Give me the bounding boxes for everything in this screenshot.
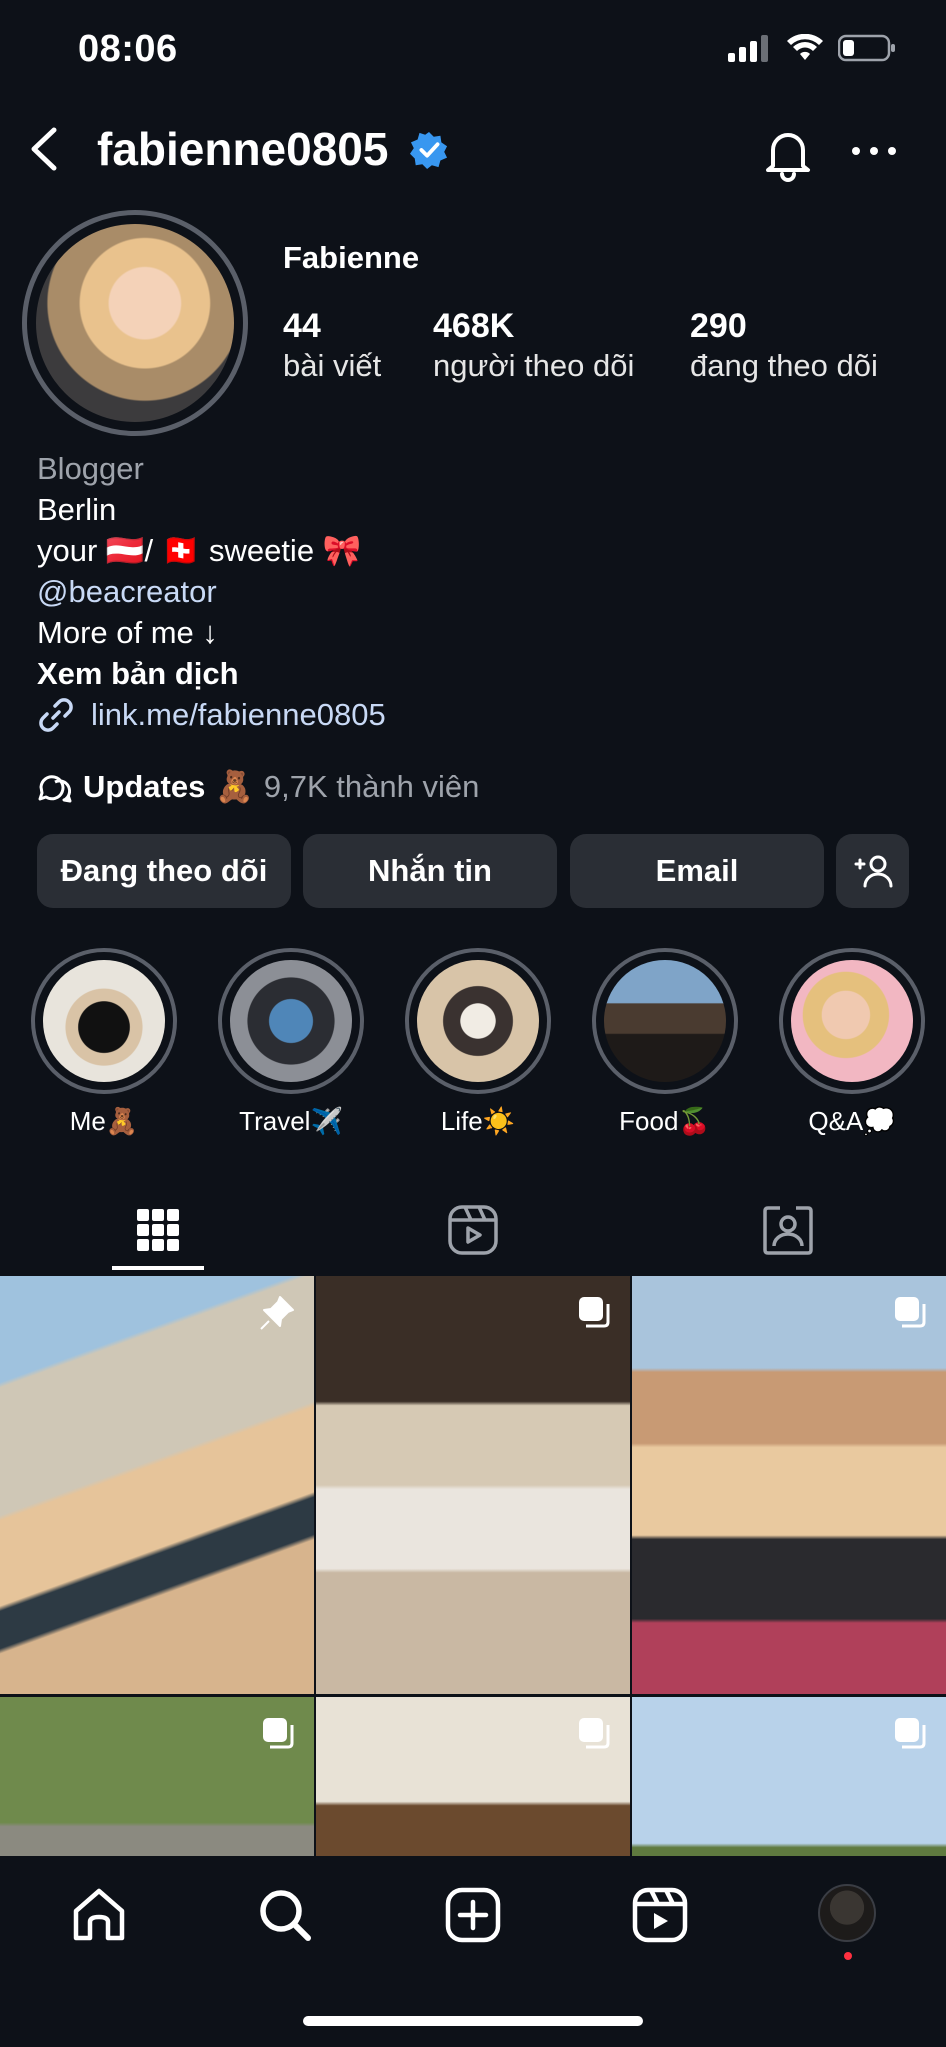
active-tab-indicator: [112, 1266, 204, 1270]
suggested-accounts-button[interactable]: [836, 834, 909, 908]
tab-posts[interactable]: [0, 1190, 315, 1270]
highlight-label: Me🧸: [69, 1106, 139, 1136]
reels-icon: [632, 1887, 688, 1943]
grid-icon: [136, 1209, 179, 1251]
profile-bio: Blogger Berlin your 🇦🇹/ 🇨🇭 sweetie 🎀 @be…: [37, 448, 897, 694]
bio-url-text: link.me/fabienne0805: [91, 697, 386, 732]
stat-following-label: đang theo dõi: [690, 348, 878, 383]
pinned-icon: [260, 1296, 294, 1330]
nav-create[interactable]: [438, 1880, 508, 1950]
bio-url-link[interactable]: link.me/fabienne0805: [37, 696, 386, 734]
bio-more: More of me ↓: [37, 615, 218, 650]
following-button[interactable]: Đang theo dõi: [37, 834, 291, 908]
tab-tagged[interactable]: [630, 1190, 945, 1270]
highlight-qa[interactable]: Q&A💭: [777, 948, 927, 1137]
carousel-icon: [263, 1718, 294, 1749]
channel-title: Updates: [83, 768, 206, 804]
more-options-icon[interactable]: [846, 136, 902, 166]
channel-emoji: 🧸: [215, 769, 254, 804]
carousel-icon: [895, 1718, 926, 1749]
bio-category: Blogger: [37, 451, 144, 486]
link-icon: [39, 698, 73, 732]
bio-mention-link[interactable]: @beacreator: [37, 571, 897, 612]
status-icons: [728, 34, 896, 62]
add-person-icon: [854, 855, 892, 888]
broadcast-channel[interactable]: Updates 🧸 9,7K thành viên: [37, 768, 479, 805]
highlight-food[interactable]: Food🍒: [590, 948, 740, 1137]
status-time: 08:06: [78, 28, 178, 70]
highlight-life[interactable]: Life☀️: [403, 948, 553, 1137]
bio-location: Berlin: [37, 492, 117, 527]
carousel-icon: [579, 1297, 610, 1328]
highlight-travel[interactable]: Travel✈️: [216, 948, 366, 1137]
post-thumbnail[interactable]: [0, 1276, 314, 1694]
highlight-label: Travel✈️: [239, 1106, 343, 1136]
highlight-label: Q&A💭: [808, 1106, 896, 1136]
signal-icon: [728, 35, 768, 62]
highlight-label: Life☀️: [440, 1106, 516, 1136]
stat-posts[interactable]: 44 bài viết: [283, 306, 381, 386]
nav-home[interactable]: [64, 1880, 134, 1950]
nav-profile-avatar[interactable]: [818, 1884, 876, 1942]
highlight-label: Food🍒: [619, 1106, 711, 1136]
highlight-travel-cover: [230, 960, 352, 1082]
verified-badge-icon: [410, 131, 448, 169]
see-translation-link[interactable]: Xem bản dịch: [37, 653, 897, 694]
tagged-icon: [762, 1206, 813, 1255]
carousel-icon: [895, 1297, 926, 1328]
home-indicator: [303, 2016, 643, 2026]
message-button[interactable]: Nhắn tin: [303, 834, 557, 908]
stat-followers-value: 468K: [433, 307, 515, 345]
highlight-qa-cover: [791, 960, 913, 1082]
avatar-image: [36, 224, 234, 422]
post-thumbnail[interactable]: [632, 1276, 946, 1694]
nav-reels[interactable]: [625, 1880, 695, 1950]
back-button[interactable]: [24, 124, 64, 174]
channel-icon: [38, 774, 72, 802]
channel-members: 9,7K thành viên: [263, 768, 480, 804]
highlight-me-cover: [43, 960, 165, 1082]
stat-followers[interactable]: 468K người theo dõi: [433, 306, 634, 386]
home-icon: [73, 1888, 125, 1941]
notification-dot: [844, 1952, 852, 1960]
profile-avatar[interactable]: [22, 210, 248, 436]
stat-posts-label: bài viết: [283, 348, 382, 383]
nav-search[interactable]: [250, 1880, 320, 1950]
highlight-life-cover: [417, 960, 539, 1082]
stat-followers-label: người theo dõi: [433, 348, 635, 383]
post-thumbnail[interactable]: [316, 1276, 630, 1694]
email-button[interactable]: Email: [570, 834, 824, 908]
profile-username: fabienne0805: [97, 123, 389, 175]
bio-tagline: your 🇦🇹/ 🇨🇭 sweetie 🎀: [37, 533, 362, 568]
reels-icon: [447, 1205, 498, 1255]
notification-bell-icon[interactable]: [758, 124, 818, 184]
create-icon: [445, 1887, 501, 1943]
display-name: Fabienne: [283, 240, 420, 275]
carousel-icon: [579, 1718, 610, 1749]
stat-following[interactable]: 290 đang theo dõi: [690, 306, 878, 386]
tab-reels[interactable]: [315, 1190, 630, 1270]
stat-following-value: 290: [690, 307, 747, 345]
highlight-me[interactable]: Me🧸: [29, 948, 179, 1137]
battery-icon: [838, 34, 895, 62]
wifi-icon: [787, 34, 823, 60]
highlight-food-cover: [604, 960, 726, 1082]
stat-posts-value: 44: [283, 307, 321, 345]
search-icon: [260, 1890, 311, 1941]
